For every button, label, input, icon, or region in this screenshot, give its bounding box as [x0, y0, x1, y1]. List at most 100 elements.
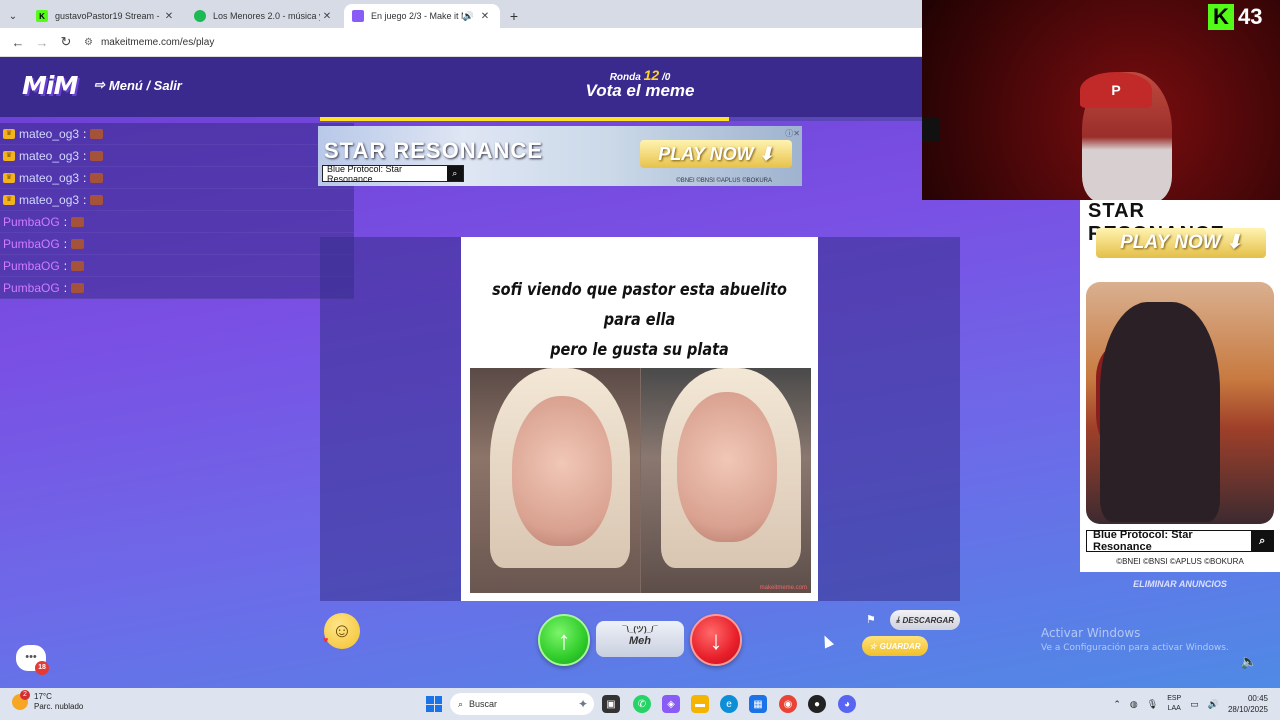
- chat-message: ♛ mateo_og3:: [0, 189, 354, 211]
- remove-ads-link[interactable]: ELIMINAR ANUNCIOS: [1080, 579, 1280, 589]
- emote-icon: [71, 216, 85, 227]
- ad-copyright: ©BNEI ©BNSI ©APLUS ©BOKURA: [676, 178, 772, 184]
- weather-desc: Parc. nublado: [34, 702, 84, 711]
- edge-icon[interactable]: e: [720, 695, 738, 713]
- obs-icon[interactable]: ●: [808, 695, 826, 713]
- mim-logo[interactable]: MiM: [22, 71, 78, 100]
- vote-meh-button[interactable]: ¯\_(ツ)_/¯ Meh: [596, 621, 684, 657]
- ad-choices-icon[interactable]: ⓘ✕: [785, 128, 800, 139]
- chevron-up-icon[interactable]: ⌃: [1113, 699, 1121, 710]
- streamer-webcam: P: [922, 0, 1280, 200]
- language-indicator[interactable]: ESP LAA: [1167, 694, 1181, 714]
- address-bar[interactable]: ⚙ makeitmeme.com/es/play: [84, 37, 214, 48]
- chat-message: ♛ mateo_og3:: [0, 167, 354, 189]
- file-explorer-icon[interactable]: ▬: [691, 695, 709, 713]
- reload-icon[interactable]: ↻: [54, 30, 78, 54]
- chat-separator: :: [63, 236, 68, 251]
- clock[interactable]: 00:45 28/10/2025: [1228, 693, 1268, 715]
- character-figure-shape: [1100, 302, 1220, 522]
- crown-icon: ♛: [3, 172, 15, 183]
- browser-tabstrip: ⌄ K gustavoPastor19 Stream - Watc ✕ Los …: [0, 0, 922, 28]
- menu-exit-link[interactable]: ⇨ Menú / Salir: [94, 77, 182, 93]
- tab-makeitmeme[interactable]: En juego 2/3 - Make it Me 🔊 ✕: [344, 4, 500, 28]
- chrome-icon[interactable]: ◉: [779, 695, 797, 713]
- forward-arrow-icon[interactable]: →: [30, 30, 54, 54]
- site-info-icon[interactable]: ⚙: [84, 37, 93, 48]
- discord-icon[interactable]: ◕: [838, 695, 856, 713]
- activate-title: Activar Windows: [1041, 626, 1141, 640]
- microphone-icon[interactable]: 🎙: [1147, 699, 1158, 710]
- tab-kick-stream[interactable]: K gustavoPastor19 Stream - Watc ✕: [28, 4, 184, 28]
- emote-icon: [71, 238, 85, 249]
- save-button[interactable]: ☆ GUARDAR: [862, 636, 928, 656]
- new-tab-button[interactable]: +: [502, 4, 526, 28]
- cap-logo-icon: P: [1080, 72, 1152, 108]
- report-flag-icon[interactable]: ⚑: [866, 613, 876, 626]
- search-icon: ⌕: [446, 166, 463, 181]
- clock-time: 00:45: [1247, 694, 1268, 703]
- taskbar-search[interactable]: ⌕ Buscar ✦: [450, 693, 594, 715]
- browser-toolbar: ← → ↻ ⚙ makeitmeme.com/es/play: [0, 28, 922, 57]
- meme-image-left: [470, 368, 640, 593]
- store-icon[interactable]: ▦: [749, 695, 767, 713]
- ad-brand: STAR RESONANCE: [324, 138, 543, 163]
- chat-separator: :: [83, 170, 87, 185]
- ad-banner-right[interactable]: STAR RESONANCE PLAY NOW ⬇ Blue Protocol:…: [1080, 200, 1280, 572]
- face-shape: [512, 396, 612, 546]
- spotify-favicon-icon: [194, 10, 206, 22]
- chat-message: ♛ mateo_og3:: [0, 123, 354, 145]
- tab-search-dropdown-icon[interactable]: ⌄: [4, 4, 22, 28]
- chat-message: PumbaOG:: [0, 211, 354, 233]
- vote-up-button[interactable]: ↑: [538, 614, 590, 666]
- speaker-icon[interactable]: 🔊: [463, 11, 474, 22]
- close-tab-icon[interactable]: ✕: [320, 11, 334, 22]
- weather-widget[interactable]: 2 17°C Parc. nublado: [12, 690, 84, 712]
- url-text: makeitmeme.com/es/play: [100, 36, 215, 48]
- heart-icon: ♥: [323, 635, 329, 645]
- round-progress-bar: [320, 117, 922, 121]
- close-tab-icon[interactable]: ✕: [162, 11, 176, 22]
- ad-banner-top[interactable]: ⓘ✕ STAR RESONANCE PLAY NOW ⬇ Blue Protoc…: [318, 126, 802, 186]
- monitor-icon[interactable]: ▭: [1190, 699, 1199, 710]
- network-app-icon[interactable]: ◍: [1130, 699, 1138, 710]
- tab-title: gustavoPastor19 Stream - Watc: [55, 11, 162, 21]
- windows-start-icon[interactable]: [426, 696, 442, 712]
- windows-taskbar: 2 17°C Parc. nublado ⌕ Buscar ✦ ▣ ✆ ◈ ▬ …: [0, 688, 1280, 720]
- clock-date: 28/10/2025: [1227, 705, 1268, 714]
- ad-search-bar[interactable]: Blue Protocol: Star Resonance ⌕: [322, 164, 464, 184]
- chat-feed: ♛ mateo_og3: ♛ mateo_og3: ♛ mateo_og3: ♛ mateo_…: [0, 123, 354, 299]
- chat-message: PumbaOG:: [0, 255, 354, 277]
- chat-toggle-button[interactable]: ••• 18: [16, 645, 49, 675]
- crown-icon: ♛: [3, 194, 15, 205]
- back-arrow-icon[interactable]: ←: [6, 30, 30, 54]
- emote-icon: [71, 260, 85, 271]
- ad-play-now-button[interactable]: PLAY NOW ⬇: [640, 140, 792, 168]
- ad-search-label: Blue Protocol: Star Resonance: [1093, 529, 1193, 553]
- menu-exit-label: Menú / Salir: [108, 77, 182, 93]
- volume-icon[interactable]: 🔊: [1208, 699, 1219, 710]
- tab-spotify[interactable]: Los Menores 2.0 - música y letr ✕: [186, 4, 342, 28]
- mute-speaker-icon[interactable]: 🔈: [1240, 653, 1257, 670]
- download-button[interactable]: ⤓ DESCARGAR: [890, 610, 960, 630]
- chat-username: mateo_og3: [19, 148, 80, 163]
- vote-down-button[interactable]: ↓: [690, 614, 742, 666]
- task-view-icon[interactable]: ▣: [602, 695, 620, 713]
- chat-unread-badge: 18: [35, 661, 49, 675]
- reaction-emoji-button[interactable]: ☺ ♥: [323, 613, 360, 649]
- phase-title: Vota el meme: [585, 81, 695, 100]
- windows-activation-watermark: Activar Windows Ve a Configuración para …: [1041, 626, 1229, 653]
- chat-separator: :: [63, 258, 68, 273]
- save-label: GUARDAR: [879, 641, 921, 651]
- copilot-icon[interactable]: ◈: [662, 695, 680, 713]
- weather-badge: 2: [20, 690, 30, 700]
- close-tab-icon[interactable]: ✕: [478, 11, 492, 22]
- weather-temp: 17°C: [34, 692, 52, 701]
- chat-username: mateo_og3: [19, 126, 80, 141]
- chat-separator: :: [63, 280, 68, 295]
- whatsapp-icon[interactable]: ✆: [633, 695, 651, 713]
- chat-message: PumbaOG:: [0, 233, 354, 255]
- round-indicator: Ronda 12 /0 Vota el meme: [560, 67, 720, 101]
- taskbar-search-placeholder: Buscar: [469, 699, 498, 709]
- ad-search-bar[interactable]: Blue Protocol: Star Resonance ⌕: [1086, 529, 1274, 553]
- ad-play-now-button[interactable]: PLAY NOW ⬇: [1096, 228, 1266, 258]
